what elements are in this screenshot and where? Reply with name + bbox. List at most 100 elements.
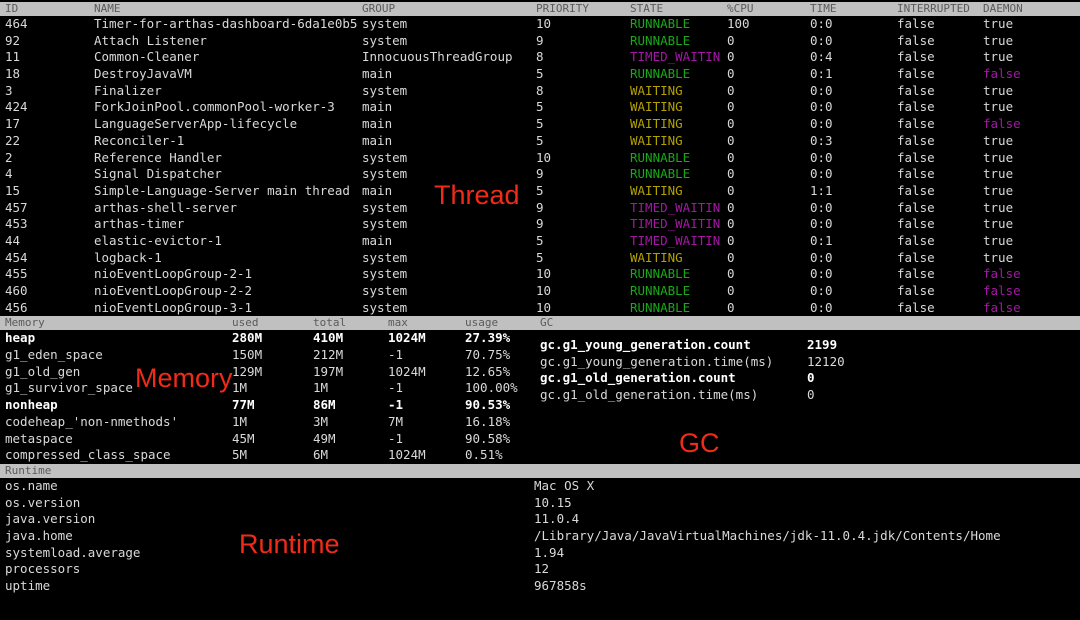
thread-row[interactable]: 456 nioEventLoopGroup-3-1 system 10 RUNNABLE… (0, 300, 1080, 317)
thread-row[interactable]: 15 Simple-Language-Server main thread main… (0, 183, 1080, 200)
thread-state: TIMED_WAITIN (630, 232, 721, 248)
thread-name: DestroyJavaVM (94, 66, 192, 82)
thread-name: Common-Cleaner (94, 49, 200, 65)
thread-state: WAITING (630, 132, 683, 148)
thread-row[interactable]: 44 elastic-evictor-1 main 5 TIMED_WAITIN 0 0:1… (0, 233, 1080, 250)
memory-total: 49M (313, 430, 336, 446)
thread-state: RUNNABLE (630, 149, 691, 165)
runtime-table-header: Runtime (0, 463, 1080, 478)
thread-group: main (362, 99, 393, 115)
memory-max: -1 (388, 380, 404, 396)
thread-group: system (362, 82, 408, 98)
thread-row[interactable]: 2 Reference Handler system 10 RUNNABLE 0 0:0 fa… (0, 150, 1080, 167)
thread-daemon: true (983, 132, 1014, 148)
thread-row[interactable]: 4 Signal Dispatcher system 9 RUNNABLE 0 0:0 fal… (0, 166, 1080, 183)
thread-time: 0:0 (810, 116, 833, 132)
memory-row[interactable]: metaspace 45M 49M -1 90.58% (0, 431, 1080, 448)
thread-priority: 9 (536, 32, 544, 48)
thread-name: nioEventLoopGroup-2-2 (94, 283, 253, 298)
thread-id: 455 (5, 266, 28, 282)
thread-cpu: 0 (727, 299, 735, 315)
memory-row[interactable]: g1_old_gen 129M 197M 1024M 12.65% (0, 364, 1080, 381)
memory-row[interactable]: codeheap_'non-nmethods' 1M 3M 7M 16.18% (0, 414, 1080, 431)
thread-state: WAITING (630, 182, 683, 198)
thread-daemon: true (983, 99, 1014, 115)
thread-row[interactable]: 92 Attach Listener system 9 RUNNABLE 0 0:0 fals… (0, 33, 1080, 50)
thread-table-body: 464 Timer-for-arthas-dashboard-6da1e0b5-e… (0, 16, 1080, 316)
runtime-key: processors (5, 561, 81, 577)
thread-daemon: true (983, 199, 1014, 215)
thread-id: 44 (5, 232, 21, 248)
thread-id: 3 (5, 82, 13, 98)
thread-time: 0:0 (810, 249, 833, 265)
memory-max: -1 (388, 430, 404, 446)
thread-row[interactable]: 17 LanguageServerApp-lifecycle main 5 WAITIN… (0, 116, 1080, 133)
memory-row[interactable]: heap 280M 410M 1024M 27.39% (0, 330, 1080, 347)
thread-state: RUNNABLE (630, 299, 691, 315)
runtime-value: 10.15 (534, 494, 572, 510)
thread-row[interactable]: 424 ForkJoinPool.commonPool-worker-3 main 5… (0, 99, 1080, 116)
thread-priority: 5 (536, 99, 544, 115)
memory-used: 280M (232, 330, 263, 346)
thread-time: 0:4 (810, 49, 833, 65)
memory-usage: 0.51% (465, 447, 503, 463)
thread-name: Timer-for-arthas-dashboard-6da1e0b5-ea (94, 16, 358, 31)
thread-col-priority: PRIORITY (536, 2, 589, 15)
thread-priority: 8 (536, 82, 544, 98)
thread-daemon: true (983, 182, 1014, 198)
memory-usage: 90.53% (465, 397, 511, 413)
thread-cpu: 0 (727, 66, 735, 82)
memory-max: 7M (388, 413, 404, 429)
memory-name: metaspace (5, 430, 73, 446)
memory-name: nonheap (5, 397, 58, 413)
thread-id: 456 (5, 299, 28, 315)
memory-row[interactable]: compressed_class_space 5M 6M 1024M 0.51% (0, 447, 1080, 464)
thread-cpu: 0 (727, 99, 735, 115)
thread-row[interactable]: 22 Reconciler-1 main 5 WAITING 0 0:3 false true (0, 133, 1080, 150)
thread-priority: 5 (536, 66, 544, 82)
thread-group: system (362, 16, 408, 31)
thread-row[interactable]: 460 nioEventLoopGroup-2-2 system 10 RUNNABLE… (0, 283, 1080, 300)
thread-daemon: true (983, 149, 1014, 165)
runtime-key: java.home (5, 527, 73, 543)
memory-row[interactable]: g1_eden_space 150M 212M -1 70.75% (0, 347, 1080, 364)
thread-interrupted: false (897, 299, 935, 315)
thread-row[interactable]: 11 Common-Cleaner InnocuousThreadGroup 8 TIM… (0, 49, 1080, 66)
memory-max: 1024M (388, 363, 426, 379)
thread-group: main (362, 66, 393, 82)
runtime-table-body: os.name Mac OS Xos.version 10.15 java.versi… (0, 478, 1080, 595)
memory-table-body: heap 280M 410M 1024M 27.39% g1_eden_space 150M… (0, 330, 1080, 464)
thread-daemon: true (983, 216, 1014, 232)
thread-group: main (362, 132, 393, 148)
thread-time: 0:0 (810, 199, 833, 215)
thread-id: 18 (5, 66, 21, 82)
memory-total: 212M (313, 347, 344, 363)
thread-id: 464 (5, 16, 28, 31)
thread-interrupted: false (897, 149, 935, 165)
thread-row[interactable]: 464 Timer-for-arthas-dashboard-6da1e0b5-e… (0, 16, 1080, 33)
thread-row[interactable]: 18 DestroyJavaVM main 5 RUNNABLE 0 0:1 false fal… (0, 66, 1080, 83)
memory-row[interactable]: nonheap 77M 86M -1 90.53% (0, 397, 1080, 414)
runtime-value: 967858s (534, 578, 587, 593)
gc-table-header-label: GC (540, 316, 554, 330)
thread-row[interactable]: 454 logback-1 system 5 WAITING 0 0:0 false true (0, 250, 1080, 267)
thread-cpu: 0 (727, 32, 735, 48)
thread-row[interactable]: 3 Finalizer system 8 WAITING 0 0:0 false true (0, 83, 1080, 100)
thread-row[interactable]: 457 arthas-shell-server system 9 TIMED_WAITI… (0, 200, 1080, 217)
runtime-key: systemload.average (5, 544, 141, 560)
thread-time: 0:0 (810, 216, 833, 232)
thread-group: system (362, 32, 408, 48)
thread-col-cpu: %CPU (727, 2, 754, 15)
thread-daemon: false (983, 283, 1021, 298)
memory-row[interactable]: g1_survivor_space 1M 1M -1 100.00% (0, 380, 1080, 397)
thread-daemon: false (983, 266, 1021, 282)
thread-cpu: 0 (727, 166, 735, 182)
runtime-row: uptime 967858s (0, 578, 1080, 595)
memory-total: 3M (313, 413, 329, 429)
runtime-value: Mac OS X (534, 477, 595, 493)
runtime-key: uptime (5, 578, 51, 593)
runtime-key: os.name (5, 477, 58, 493)
thread-time: 0:1 (810, 232, 833, 248)
thread-row[interactable]: 453 arthas-timer system 9 TIMED_WAITIN 0 0:0 fa… (0, 216, 1080, 233)
thread-row[interactable]: 455 nioEventLoopGroup-2-1 system 10 RUNNABLE… (0, 266, 1080, 283)
